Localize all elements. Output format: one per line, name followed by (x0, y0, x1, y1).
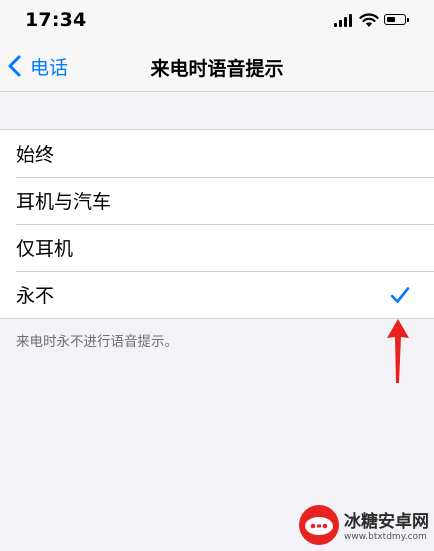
red-arrow-annotation (387, 319, 409, 383)
status-time: 17:34 (25, 9, 87, 31)
option-headphones-and-car[interactable]: 耳机与汽车 (0, 177, 434, 224)
checkmark-icon (390, 287, 410, 303)
option-label: 永不 (16, 285, 55, 307)
option-label: 仅耳机 (16, 238, 74, 260)
status-icons (334, 12, 414, 28)
page-title: 来电时语音提示 (150, 58, 284, 80)
footer-note: 来电时永不进行语音提示。 (16, 334, 178, 350)
wifi-icon (359, 13, 379, 27)
battery-level-fill (386, 16, 396, 22)
watermark-url: www.btxtdmy.com (344, 532, 427, 542)
options-list: 始终 耳机与汽车 仅耳机 永不 (0, 129, 434, 319)
navigation-bar: 电话 来电时语音提示 (0, 40, 434, 92)
watermark-text: 冰糖安卓网 (344, 512, 429, 532)
option-always[interactable]: 始终 (0, 130, 434, 177)
watermark-logo-icon (299, 505, 339, 545)
option-label: 始终 (16, 144, 55, 166)
battery-icon (384, 14, 406, 25)
cellular-signal-icon (334, 14, 352, 27)
status-bar: 17:34 (0, 0, 434, 40)
option-never[interactable]: 永不 (0, 271, 434, 318)
battery-cap (407, 18, 409, 22)
option-label: 耳机与汽车 (16, 191, 112, 213)
option-headphones-only[interactable]: 仅耳机 (0, 224, 434, 271)
watermark: 冰糖安卓网 www.btxtdmy.com (296, 498, 434, 551)
